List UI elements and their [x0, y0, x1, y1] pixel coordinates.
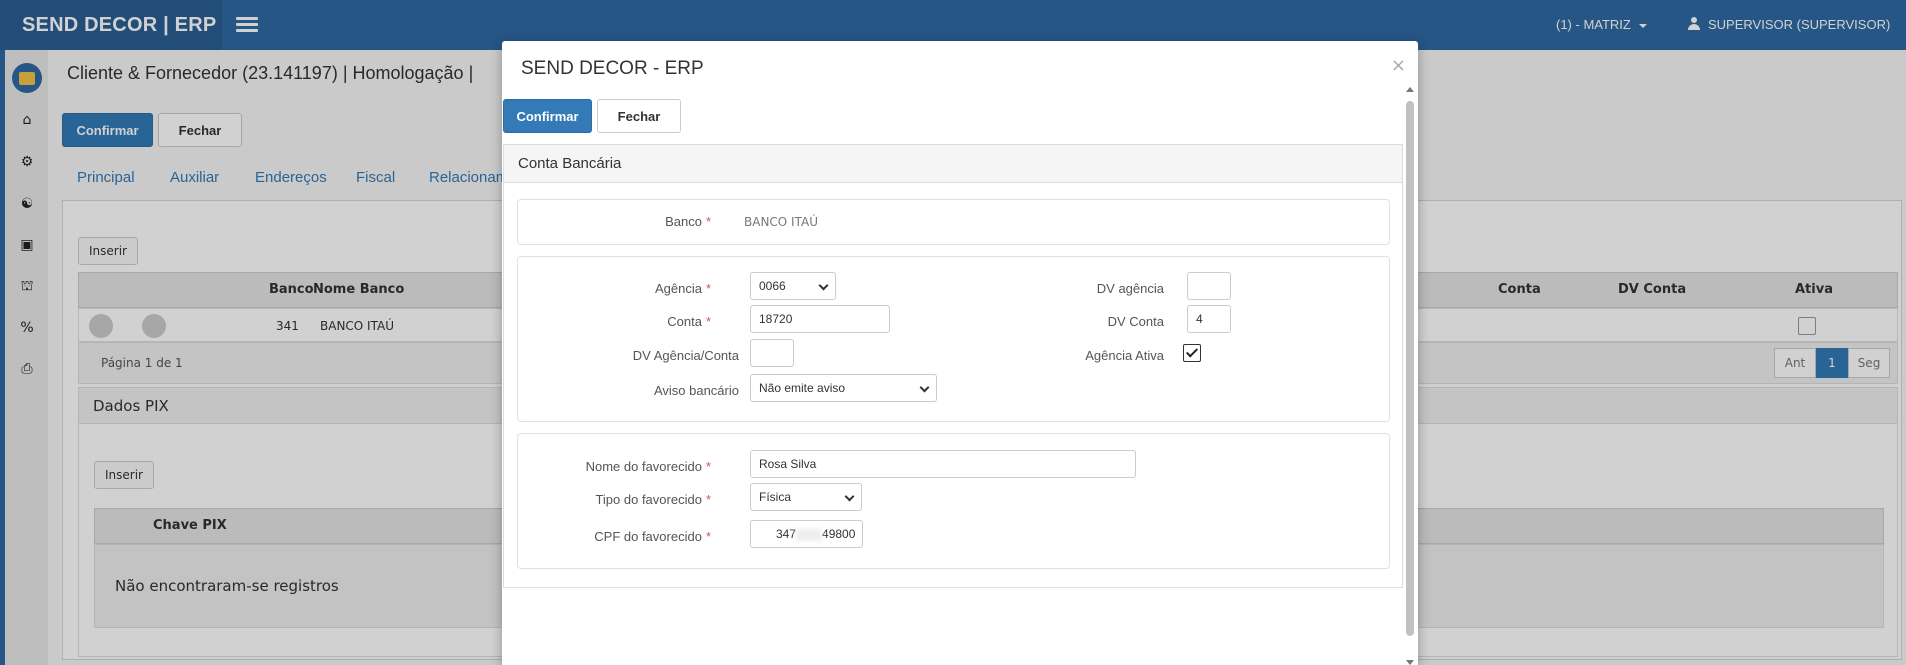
scroll-thumb[interactable] — [1406, 101, 1414, 636]
agencia-select[interactable]: 0066 — [750, 272, 836, 300]
dv-agencia-label: DV agência — [1096, 281, 1164, 296]
cpf-favorecido-label: CPF do favorecido * — [594, 529, 711, 544]
cpf-favorecido-input[interactable]: 347 49800 — [750, 520, 863, 548]
redacted-mask — [796, 528, 823, 541]
conta-label: Conta * — [667, 314, 711, 329]
beneficiary-box: Nome do favorecido * Rosa Silva Tipo do f… — [517, 433, 1390, 569]
modal-close-button[interactable]: Fechar — [597, 99, 681, 133]
agencia-ativa-checkbox[interactable] — [1183, 344, 1201, 362]
dv-agencia-conta-label: DV Agência/Conta — [632, 348, 739, 363]
modal-scrollbar[interactable] — [1405, 87, 1415, 665]
bank-account-modal: SEND DECOR - ERP × Confirmar Fechar Cont… — [502, 41, 1418, 665]
banco-label: Banco * — [665, 214, 711, 229]
dv-agencia-input[interactable] — [1187, 272, 1231, 300]
agencia-ativa-label: Agência Ativa — [1085, 348, 1164, 363]
nome-favorecido-label: Nome do favorecido * — [585, 459, 711, 474]
modal-title: SEND DECOR - ERP — [521, 58, 704, 79]
bank-account-section: Conta Bancária Banco * BANCO ITAÚ Agência… — [503, 144, 1403, 588]
agencia-label: Agência * — [654, 281, 711, 296]
section-title: Conta Bancária — [504, 145, 1402, 183]
account-box: Agência * 0066 DV agência Conta * 18720 DV… — [517, 256, 1390, 422]
modal-confirm-button[interactable]: Confirmar — [503, 99, 592, 133]
conta-input[interactable]: 18720 — [750, 305, 890, 333]
scroll-down-icon[interactable] — [1406, 660, 1414, 665]
close-icon[interactable]: × — [1391, 55, 1406, 76]
dv-conta-input[interactable]: 4 — [1187, 305, 1231, 333]
tipo-favorecido-label: Tipo do favorecido * — [595, 492, 711, 507]
bank-box: Banco * BANCO ITAÚ — [517, 199, 1390, 245]
dv-conta-label: DV Conta — [1107, 314, 1164, 329]
scroll-up-icon[interactable] — [1406, 87, 1414, 92]
check-icon — [1185, 345, 1199, 358]
nome-favorecido-input[interactable]: Rosa Silva — [750, 450, 1136, 478]
banco-value: BANCO ITAÚ — [744, 215, 818, 229]
tipo-favorecido-select[interactable]: Física — [750, 483, 862, 511]
dv-agencia-conta-input[interactable] — [750, 339, 794, 367]
aviso-bancario-label: Aviso bancário — [653, 383, 739, 398]
aviso-bancario-select[interactable]: Não emite aviso — [750, 374, 937, 402]
